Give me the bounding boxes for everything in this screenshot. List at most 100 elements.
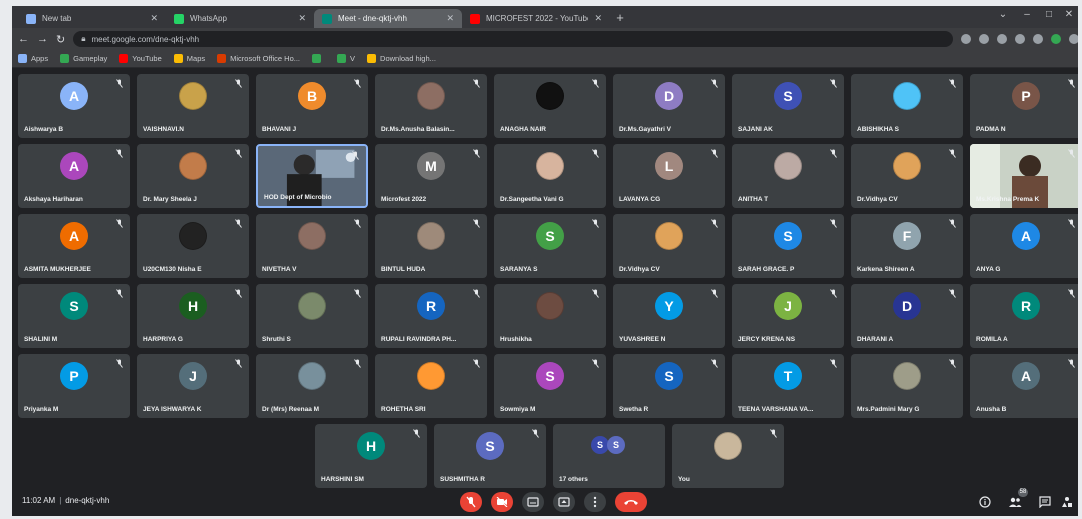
forward-icon[interactable]: → <box>37 33 48 45</box>
participant-name: Microfest 2022 <box>381 196 427 203</box>
close-tab-icon[interactable]: ✕ <box>594 13 602 24</box>
participant-tile[interactable]: ANAGHA NAIR <box>494 74 606 138</box>
close-tab-icon[interactable]: ✕ <box>298 13 306 24</box>
participant-tile[interactable]: Y YUVASHREE N <box>613 284 725 348</box>
minimize-icon[interactable]: – <box>1016 9 1038 20</box>
bookmark-item[interactable]: Apps <box>18 54 48 63</box>
participant-tile[interactable]: S SAJANI AK <box>732 74 844 138</box>
mic-off-button[interactable] <box>460 492 482 512</box>
bookmark-item[interactable]: Download high... <box>367 54 436 63</box>
participant-tile[interactable]: Dr.Ms.Anusha Balasin... <box>375 74 487 138</box>
bookmark-item[interactable]: YouTube <box>119 54 162 63</box>
participant-tile[interactable]: P Priyanka M <box>18 354 130 418</box>
bookmark-item[interactable] <box>312 54 325 63</box>
participant-name: HOD Dept of Microbio <box>264 194 332 201</box>
participant-tile[interactable]: J JEYA ISHWARYA K <box>137 354 249 418</box>
extension-icon[interactable] <box>1015 34 1026 44</box>
participant-name: SARAH GRACE. P <box>738 266 795 273</box>
mic-muted-icon <box>473 219 480 228</box>
participant-tile[interactable]: ANITHA T <box>732 144 844 208</box>
participant-tile[interactable]: S SUSHMITHA R <box>434 424 546 488</box>
leave-call-button[interactable] <box>615 492 647 512</box>
participant-tile[interactable]: S SHALINI M <box>18 284 130 348</box>
share-icon[interactable] <box>979 34 990 44</box>
camera-icon[interactable] <box>961 34 972 44</box>
tab-meet[interactable]: Meet - dne-qktj-vhh ✕ <box>314 9 462 28</box>
participant-tile[interactable]: BINTUL HUDA <box>375 214 487 278</box>
participant-tile[interactable]: F Karkena Shireen A <box>851 214 963 278</box>
captions-button[interactable] <box>522 492 544 512</box>
participant-tile[interactable]: NIVETHA V <box>256 214 368 278</box>
participant-tile[interactable]: A ASMITA MUKHERJEE <box>18 214 130 278</box>
activities-button[interactable] <box>1060 494 1074 510</box>
participant-tile[interactable]: A Aishwarya B <box>18 74 130 138</box>
participant-tile[interactable]: Shruthi S <box>256 284 368 348</box>
close-tab-icon[interactable]: ✕ <box>150 13 158 24</box>
reload-icon[interactable]: ↻ <box>56 33 65 46</box>
chat-button[interactable] <box>1038 494 1052 510</box>
participant-tile[interactable]: Dr.Sangeetha Vani G <box>494 144 606 208</box>
participant-tile[interactable]: H HARPRIYA G <box>137 284 249 348</box>
participant-tile[interactable]: L LAVANYA CG <box>613 144 725 208</box>
profile-avatar-icon[interactable] <box>1051 34 1062 44</box>
new-tab-button[interactable]: + <box>612 10 628 26</box>
participant-tile[interactable]: Dr.Vidhya CV <box>851 144 963 208</box>
camera-off-button[interactable] <box>491 492 513 512</box>
maximize-icon[interactable]: □ <box>1038 9 1060 20</box>
participant-tile[interactable]: J JERCY KRENA NS <box>732 284 844 348</box>
participant-tile[interactable]: S SARANYA S <box>494 214 606 278</box>
tab-youtube[interactable]: MICROFEST 2022 - YouTube ✕ <box>462 9 610 28</box>
menu-icon[interactable] <box>1069 34 1078 44</box>
participant-tile[interactable]: A Akshaya Hariharan <box>18 144 130 208</box>
meeting-details-button[interactable] <box>978 494 992 510</box>
participant-tile[interactable]: R ROMILA A <box>970 284 1078 348</box>
present-button[interactable] <box>553 492 575 512</box>
bookmark-item[interactable]: V <box>337 54 355 63</box>
participant-tile[interactable]: S Swetha R <box>613 354 725 418</box>
participant-tile[interactable]: U20CM130 Nisha E <box>137 214 249 278</box>
participant-tile[interactable]: ROHETHA SRI <box>375 354 487 418</box>
bookmark-label: Microsoft Office Ho... <box>230 54 301 63</box>
back-icon[interactable]: ← <box>18 33 29 45</box>
tab-search-icon[interactable]: ⌄ <box>992 9 1014 20</box>
participant-tile[interactable]: Dr.Vidhya CV <box>613 214 725 278</box>
tab-new-tab[interactable]: New tab ✕ <box>18 9 166 28</box>
participant-tile[interactable]: D DHARANI A <box>851 284 963 348</box>
close-window-icon[interactable]: ✕ <box>1058 9 1078 20</box>
mic-muted-icon <box>1068 359 1075 368</box>
participant-tile[interactable]: HOD Dept of Microbio <box>256 144 368 208</box>
participant-tile[interactable]: B BHAVANI J <box>256 74 368 138</box>
bookmark-item[interactable]: Maps <box>173 54 205 63</box>
participant-tile[interactable]: S SARAH GRACE. P <box>732 214 844 278</box>
participant-tile[interactable]: Hrushikha <box>494 284 606 348</box>
participant-tile[interactable]: S S 17 others <box>553 424 665 488</box>
participant-tile[interactable]: Mrs.Padmini Mary G <box>851 354 963 418</box>
mic-muted-icon <box>116 289 123 298</box>
address-bar[interactable]: 🔒︎ meet.google.com/dne-qktj-vhh <box>73 31 954 47</box>
mic-muted-icon <box>1068 149 1075 158</box>
participant-tile[interactable]: H HARSHINI SM <box>315 424 427 488</box>
participant-name: Priyanka M <box>24 406 59 413</box>
participant-tile[interactable]: D Dr.Ms.Gayathri V <box>613 74 725 138</box>
tab-whatsapp[interactable]: WhatsApp ✕ <box>166 9 314 28</box>
participant-tile[interactable]: Dr. Mary Sheela J <box>137 144 249 208</box>
participant-tile[interactable]: Ms.Krishna Prema K <box>970 144 1078 208</box>
puzzle-icon[interactable] <box>1033 34 1044 44</box>
bookmark-item[interactable]: Microsoft Office Ho... <box>217 54 300 63</box>
participant-tile[interactable]: Dr (Mrs) Reenaa M <box>256 354 368 418</box>
lock-icon[interactable]: 🔒︎ <box>81 34 85 44</box>
participant-tile[interactable]: A ANYA G <box>970 214 1078 278</box>
participant-tile[interactable]: T TEENA VARSHANA VA... <box>732 354 844 418</box>
participant-tile[interactable]: S Sowmiya M <box>494 354 606 418</box>
star-icon[interactable] <box>997 34 1008 44</box>
participant-tile[interactable]: R RUPALI RAVINDRA PH... <box>375 284 487 348</box>
participant-tile[interactable]: You <box>672 424 784 488</box>
participant-tile[interactable]: A Anusha B <box>970 354 1078 418</box>
participant-tile[interactable]: P PADMA N <box>970 74 1078 138</box>
more-options-button[interactable] <box>584 492 606 512</box>
participant-tile[interactable]: VAISHNAVI.N <box>137 74 249 138</box>
participant-tile[interactable]: ABISHIKHA S <box>851 74 963 138</box>
close-tab-icon[interactable]: ✕ <box>446 13 454 24</box>
bookmark-item[interactable]: Gameplay <box>60 54 107 63</box>
participant-tile[interactable]: M Microfest 2022 <box>375 144 487 208</box>
